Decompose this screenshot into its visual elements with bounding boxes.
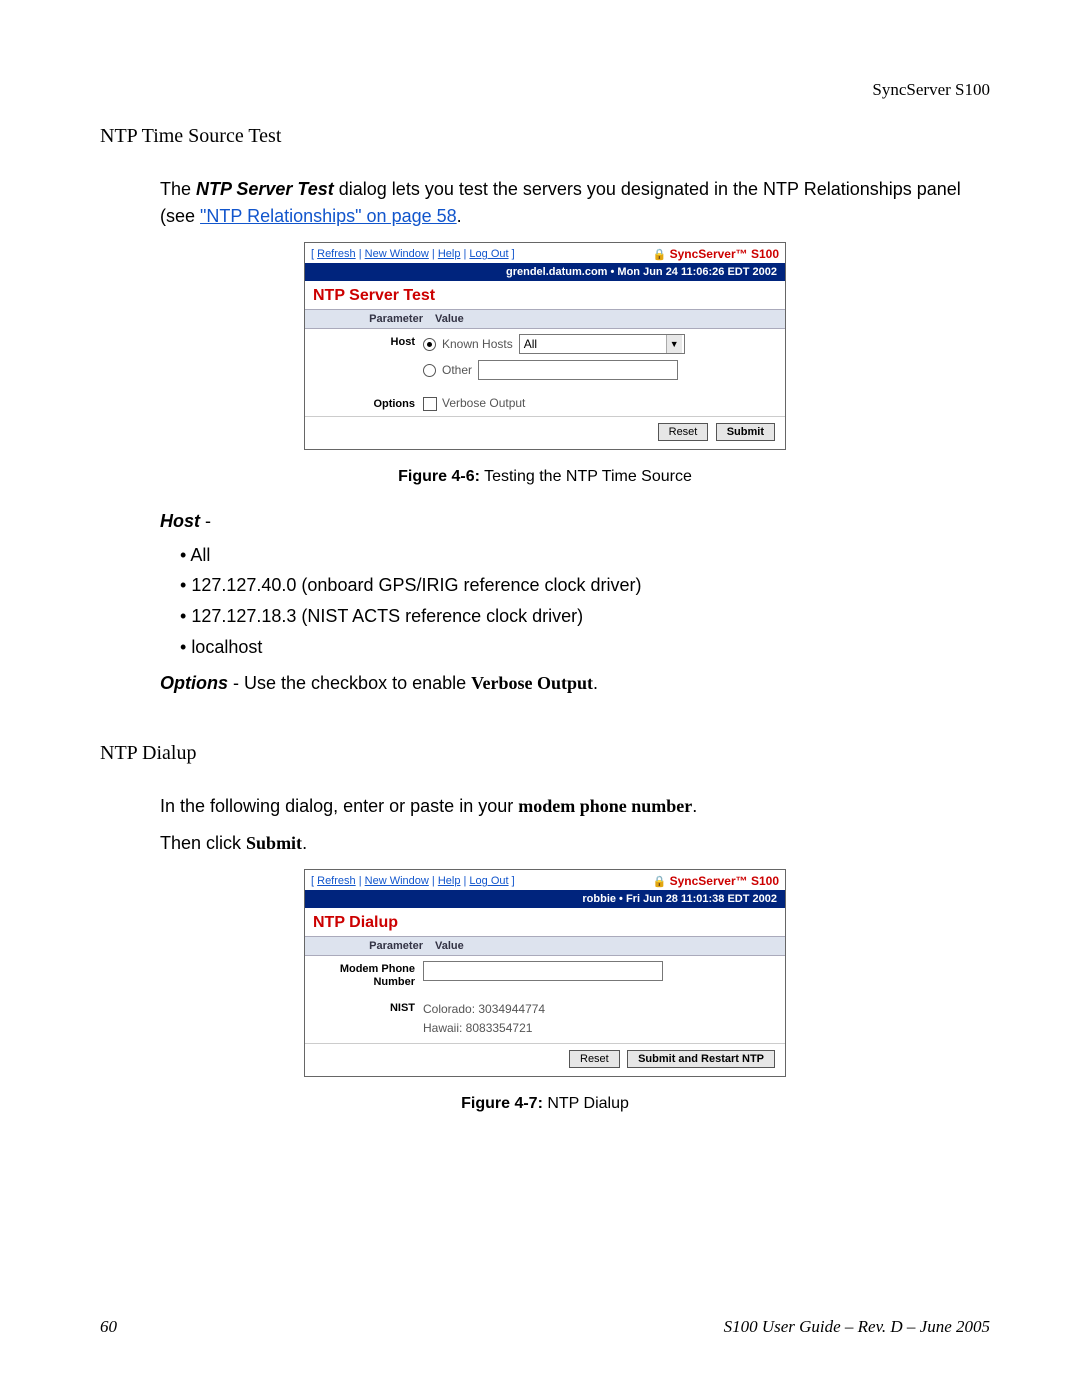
text: . [593,673,598,693]
nist-colorado: Colorado: 3034944774 [423,1000,785,1019]
text: In the following dialog, enter or paste … [160,796,518,816]
ntp-server-test-label: NTP Server Test [196,179,334,199]
panel-title: NTP Dialup [305,908,785,936]
col-value: Value [431,310,785,328]
text: - [200,511,211,531]
options-label: Options [160,673,228,693]
link-ntp-relationships[interactable]: "NTP Relationships" on page 58 [200,206,457,226]
link-new-window[interactable]: New Window [365,248,429,260]
modem-phone-number-label: modem phone number [518,796,692,816]
section-title-ntp-dialup: NTP Dialup [100,742,990,765]
link-new-window[interactable]: New Window [365,875,429,887]
text: - Use the checkbox to enable [228,673,471,693]
reset-button[interactable]: Reset [658,423,709,441]
col-parameter: Parameter [305,310,431,328]
page-header-right: SyncServer S100 [100,80,990,100]
lock-icon: 🔒 [653,875,667,888]
list-item: 127.127.18.3 (NIST ACTS reference clock … [180,601,990,632]
row-label-host: Host [305,334,423,386]
col-parameter: Parameter [305,937,431,955]
link-logout[interactable]: Log Out [469,875,508,887]
intro-paragraph-2b: Then click Submit. [160,830,990,857]
submit-label: Submit [246,833,302,853]
text: . [302,833,307,853]
figure-label: Figure 4-6: [398,468,480,485]
list-item: 127.127.40.0 (onboard GPS/IRIG reference… [180,570,990,601]
label-known-hosts: Known Hosts [442,337,513,351]
link-logout[interactable]: Log Out [469,248,508,260]
status-bar: robbie • Fri Jun 28 11:01:38 EDT 2002 [305,890,785,908]
label-other: Other [442,363,472,377]
figure-caption-4-6: Figure 4-6: Testing the NTP Time Source [100,468,990,486]
lock-icon: 🔒 [653,248,667,261]
link-help[interactable]: Help [438,248,461,260]
row-label-modem: Modem Phone Number [305,961,423,989]
label-verbose: Verbose Output [442,396,525,410]
page-number: 60 [100,1317,117,1337]
figure-text: Testing the NTP Time Source [480,468,692,485]
table-header: Parameter Value [305,309,785,329]
text: The [160,179,196,199]
link-refresh[interactable]: Refresh [317,248,356,260]
brand-label: 🔒SyncServer™ S100 [653,247,779,261]
input-modem-phone[interactable] [423,961,663,981]
verbose-output-label: Verbose Output [471,673,593,693]
nist-hawaii: Hawaii: 8083354721 [423,1019,785,1038]
link-help[interactable]: Help [438,875,461,887]
dialog-top-links: [ Refresh | New Window | Help | Log Out … [311,875,515,887]
figure-text: NTP Dialup [543,1095,629,1112]
col-value: Value [431,937,785,955]
figure-label: Figure 4-7: [461,1095,543,1112]
list-item: All [180,540,990,571]
intro-paragraph-1: The NTP Server Test dialog lets you test… [160,176,990,230]
list-item: localhost [180,632,990,663]
reset-button[interactable]: Reset [569,1050,620,1068]
input-other-host[interactable] [478,360,678,380]
dialog-ntp-dialup: [ Refresh | New Window | Help | Log Out … [304,869,786,1077]
dropdown-known-hosts[interactable]: All [519,334,685,354]
text: . [692,796,697,816]
table-header: Parameter Value [305,936,785,956]
section-title-ntp-source: NTP Time Source Test [100,125,990,148]
checkbox-verbose[interactable] [423,397,437,411]
figure-caption-4-7: Figure 4-7: NTP Dialup [100,1095,990,1113]
brand-label: 🔒SyncServer™ S100 [653,874,779,888]
brand-text: SyncServer™ S100 [670,874,779,888]
host-heading: Host - [160,511,990,532]
dialog-top-links: [ Refresh | New Window | Help | Log Out … [311,248,515,260]
panel-title: NTP Server Test [305,281,785,309]
row-label-nist: NIST [305,1000,423,1038]
radio-known-hosts[interactable] [423,338,436,351]
host-list: All 127.127.40.0 (onboard GPS/IRIG refer… [180,540,990,662]
text: Then click [160,833,246,853]
submit-button[interactable]: Submit [716,423,775,441]
status-bar: grendel.datum.com • Mon Jun 24 11:06:26 … [305,263,785,281]
footer-doc-info: S100 User Guide – Rev. D – June 2005 [724,1317,990,1337]
dialog-ntp-server-test: [ Refresh | New Window | Help | Log Out … [304,242,786,450]
text: . [457,206,462,226]
submit-restart-button[interactable]: Submit and Restart NTP [627,1050,775,1068]
options-line: Options - Use the checkbox to enable Ver… [160,670,990,697]
intro-paragraph-2: In the following dialog, enter or paste … [160,793,990,820]
host-label: Host [160,511,200,531]
row-label-options: Options [305,396,423,411]
link-refresh[interactable]: Refresh [317,875,356,887]
radio-other[interactable] [423,364,436,377]
brand-text: SyncServer™ S100 [670,247,779,261]
